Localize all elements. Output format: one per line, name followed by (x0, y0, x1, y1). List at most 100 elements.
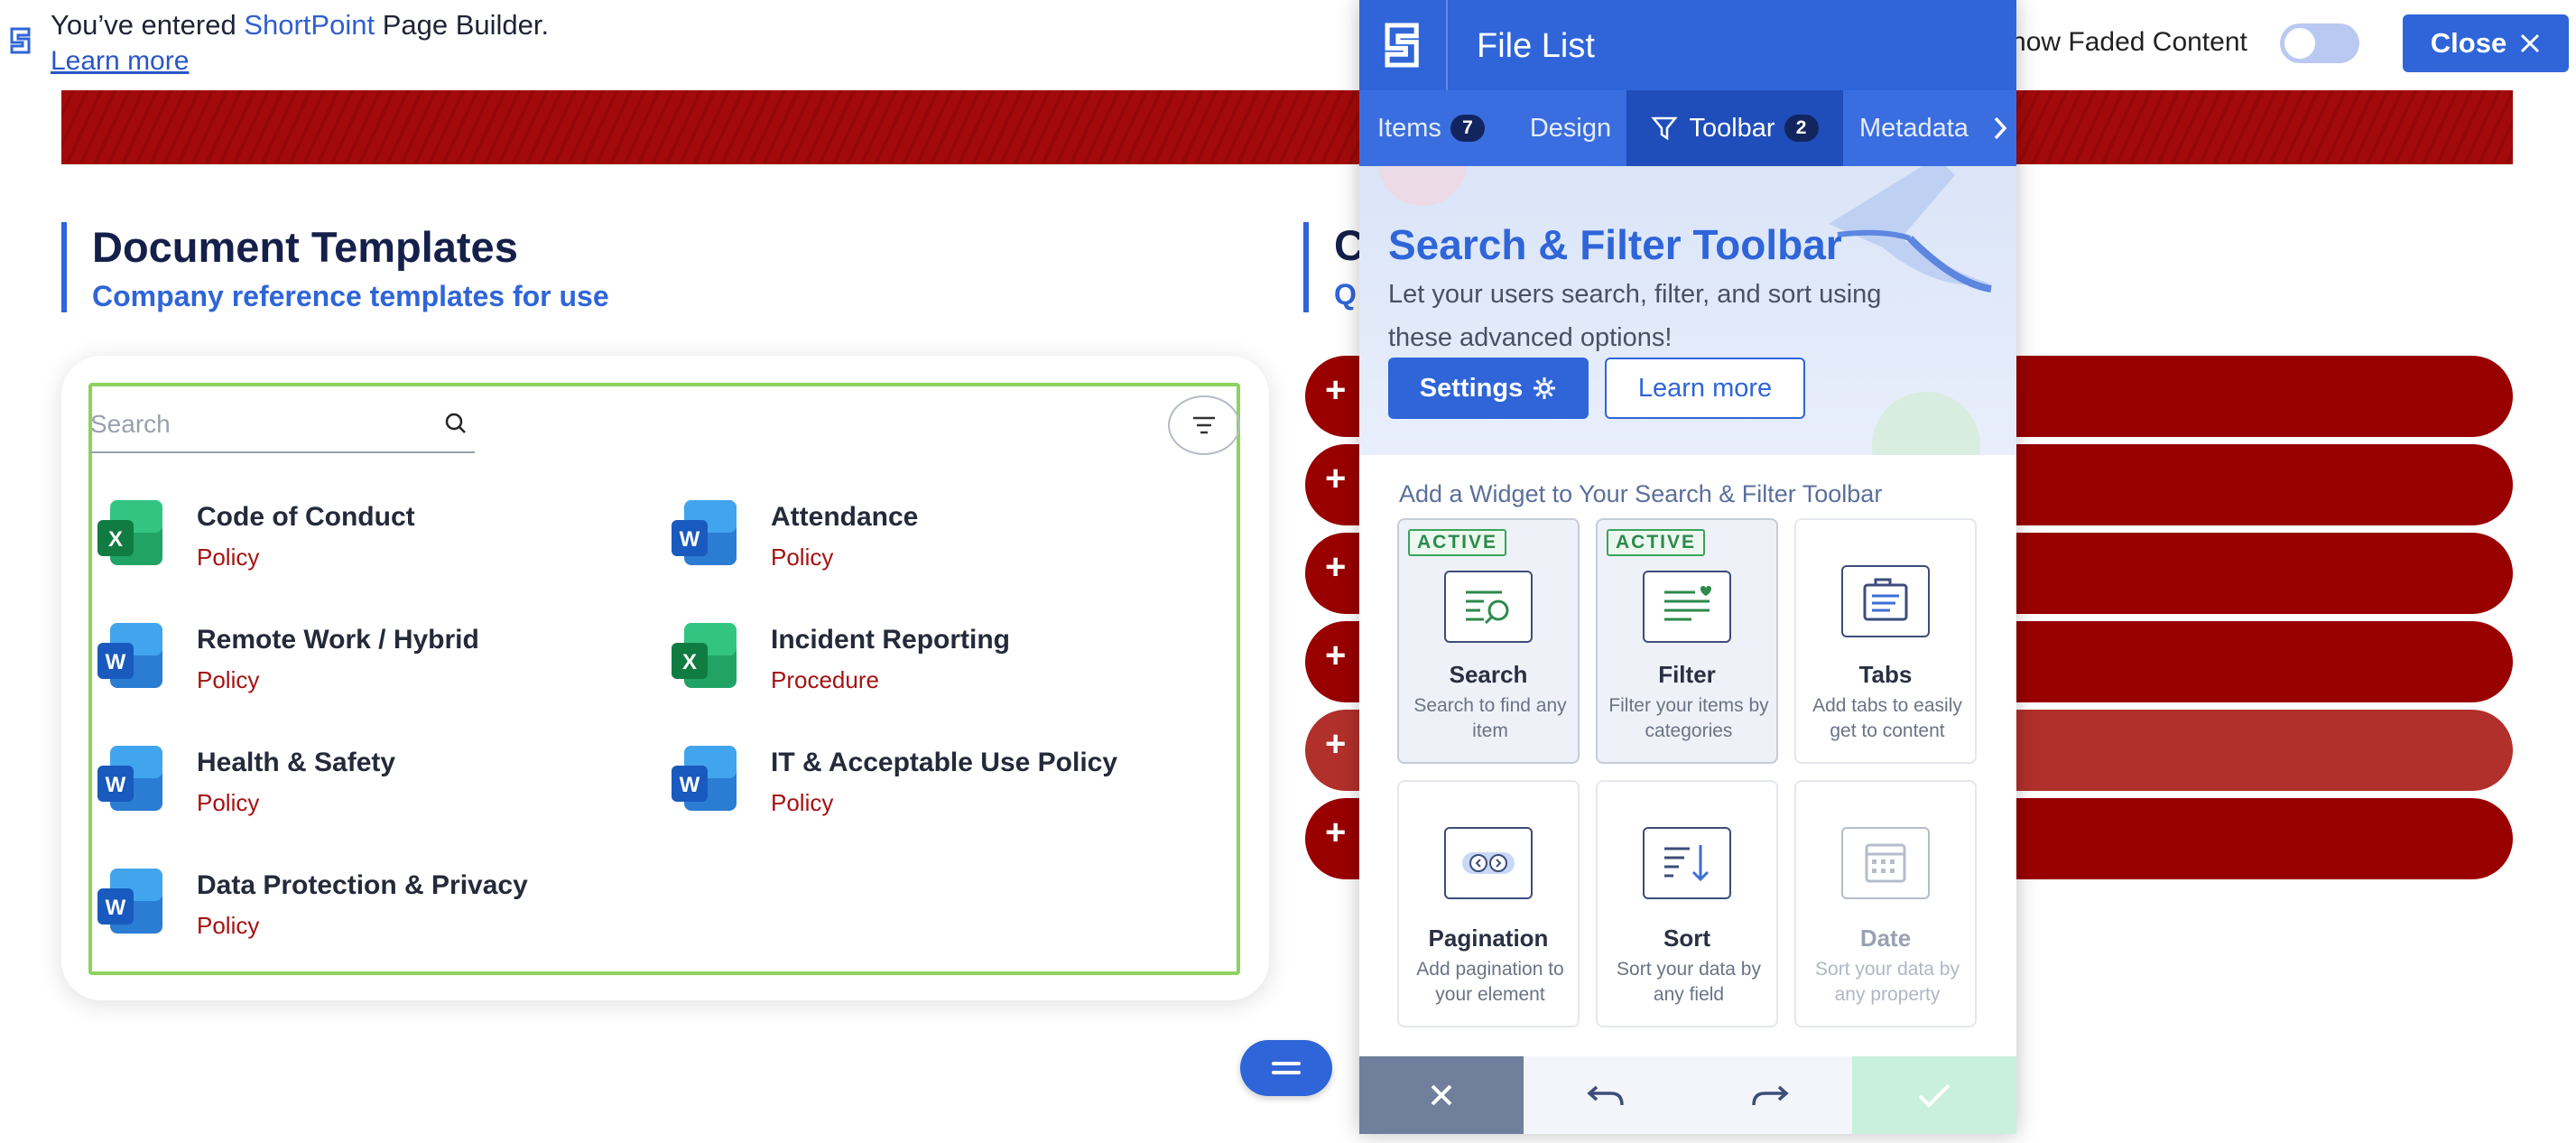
redo-button[interactable] (1688, 1056, 1852, 1134)
file-category: Procedure (771, 666, 879, 693)
file-name[interactable]: Data Protection & Privacy (197, 870, 528, 901)
search-widget-icon (1444, 571, 1533, 643)
section-subtitle: Company reference templates for use (92, 280, 609, 312)
plus-icon: + (1325, 547, 1347, 587)
show-faded-content-toggle[interactable] (2280, 23, 2359, 63)
list-item[interactable]: W Remote Work / Hybrid Policy (96, 621, 655, 720)
svg-text:W: W (680, 773, 700, 797)
page-title: Document Templates (92, 223, 518, 271)
floating-menu-button[interactable] (1240, 1040, 1332, 1096)
undo-icon (1587, 1085, 1624, 1106)
widget-tabs[interactable]: Tabs Add tabs to easily get to content (1794, 518, 1977, 764)
settings-button[interactable]: Settings (1388, 358, 1589, 419)
file-name[interactable]: Attendance (771, 502, 918, 533)
tab-metadata[interactable]: Metadata (1859, 90, 1995, 166)
word-file-icon: W (672, 500, 737, 565)
widget-name: Sort (1663, 925, 1710, 952)
plus-icon: + (1325, 724, 1347, 764)
close-button[interactable]: Close (2403, 14, 2569, 72)
widget-description: Add tabs to easily get to content (1812, 695, 1962, 741)
widget-sort[interactable]: Sort Sort your data by any field (1596, 780, 1778, 1027)
plus-icon: + (1325, 636, 1347, 675)
file-name[interactable]: Incident Reporting (771, 625, 1010, 655)
panel-header: File List (1359, 0, 2016, 90)
widget-name: Pagination (1428, 925, 1549, 952)
list-item[interactable]: X Code of Conduct Policy (96, 498, 655, 598)
tab-design[interactable]: Design (1507, 90, 1634, 166)
list-item[interactable]: W Health & Safety Policy (96, 744, 655, 843)
word-file-icon: W (97, 746, 162, 811)
filter-widget-icon (1643, 571, 1731, 643)
search-input[interactable]: Search (90, 397, 475, 453)
file-name[interactable]: IT & Acceptable Use Policy (771, 748, 1117, 778)
svg-text:X: X (682, 650, 697, 674)
funnel-icon (1651, 116, 1679, 141)
tabs-scroll-right[interactable] (1984, 90, 2016, 166)
tab-label: Items (1377, 113, 1441, 143)
shortpoint-logo-icon (10, 27, 31, 54)
tab-label: Design (1529, 113, 1612, 143)
undo-button[interactable] (1524, 1056, 1688, 1134)
filter-button[interactable] (1168, 395, 1240, 455)
widget-date: Date Sort your data by any property (1794, 780, 1977, 1027)
file-name[interactable]: Health & Safety (197, 748, 395, 778)
excel-file-icon: X (97, 500, 162, 565)
shortpoint-logo-icon (1385, 23, 1419, 68)
message-prefix: You’ve entered (51, 9, 236, 41)
widget-description: Sort your data by any property (1815, 959, 1960, 1005)
widget-name: Filter (1658, 661, 1716, 688)
list-item[interactable]: W Attendance Policy (670, 498, 1229, 598)
tab-label: Metadata (1859, 113, 1969, 143)
learn-more-link[interactable]: Learn more (51, 45, 189, 78)
widget-description: Add pagination to your element (1416, 959, 1564, 1005)
svg-text:W: W (106, 650, 126, 674)
plus-icon: + (1325, 813, 1347, 852)
sort-widget-icon (1643, 827, 1731, 899)
panel-logo (1359, 0, 1448, 90)
discard-button[interactable] (1359, 1056, 1524, 1134)
svg-text:X: X (108, 527, 123, 552)
word-file-icon: W (672, 746, 737, 811)
file-category: Policy (771, 789, 834, 816)
file-category: Policy (197, 544, 260, 571)
file-name[interactable]: Code of Conduct (197, 502, 415, 533)
widget-pagination[interactable]: Pagination Add pagination to your elemen… (1397, 780, 1580, 1027)
file-category: Policy (197, 666, 260, 693)
widget-name: Tabs (1858, 661, 1913, 688)
message-brand: ShortPoint (244, 9, 375, 41)
search-icon[interactable] (442, 410, 469, 437)
panel-title: File List (1477, 27, 1595, 65)
plus-icon: + (1325, 370, 1347, 410)
close-button-label: Close (2430, 27, 2507, 59)
toggle-knob (2284, 28, 2315, 59)
close-icon (2521, 33, 2540, 53)
list-item[interactable]: W Data Protection & Privacy Policy (96, 867, 655, 966)
tab-items[interactable]: Items 7 (1359, 90, 1504, 166)
tab-toolbar[interactable]: Toolbar 2 (1626, 90, 1843, 166)
file-name[interactable]: Remote Work / Hybrid (197, 625, 479, 655)
pagination-widget-icon (1444, 827, 1533, 899)
page-banner (61, 90, 2513, 164)
section-subtitle-fragment: Q (1334, 278, 1357, 311)
chevron-right-icon (1994, 116, 2007, 140)
tab-badge: 7 (1450, 115, 1485, 142)
widget-description: Search to find any item (1413, 695, 1567, 741)
add-widget-heading: Add a Widget to Your Search & Filter Too… (1399, 480, 1883, 507)
word-file-icon: W (97, 869, 162, 934)
learn-more-button[interactable]: Learn more (1605, 358, 1805, 419)
tabs-widget-icon (1841, 565, 1930, 637)
settings-button-label: Settings (1419, 373, 1524, 403)
widget-filter[interactable]: ACTIVE Filter Filter your items by categ… (1596, 518, 1778, 764)
file-category: Policy (197, 912, 260, 939)
widget-search[interactable]: ACTIVE Search Search to find any item (1397, 518, 1580, 764)
gear-icon (1534, 377, 1556, 399)
widget-description: Sort your data by any field (1617, 959, 1761, 1005)
hero-description: Let your users search, filter, and sort … (1388, 280, 1882, 352)
file-category: Policy (771, 544, 834, 571)
list-item[interactable]: X Incident Reporting Procedure (670, 621, 1229, 720)
widget-name: Search (1449, 661, 1528, 688)
redo-icon (1752, 1085, 1789, 1106)
save-button[interactable] (1852, 1056, 2016, 1134)
widget-description: Filter your items by categories (1608, 695, 1769, 741)
list-item[interactable]: W IT & Acceptable Use Policy Policy (670, 744, 1229, 843)
